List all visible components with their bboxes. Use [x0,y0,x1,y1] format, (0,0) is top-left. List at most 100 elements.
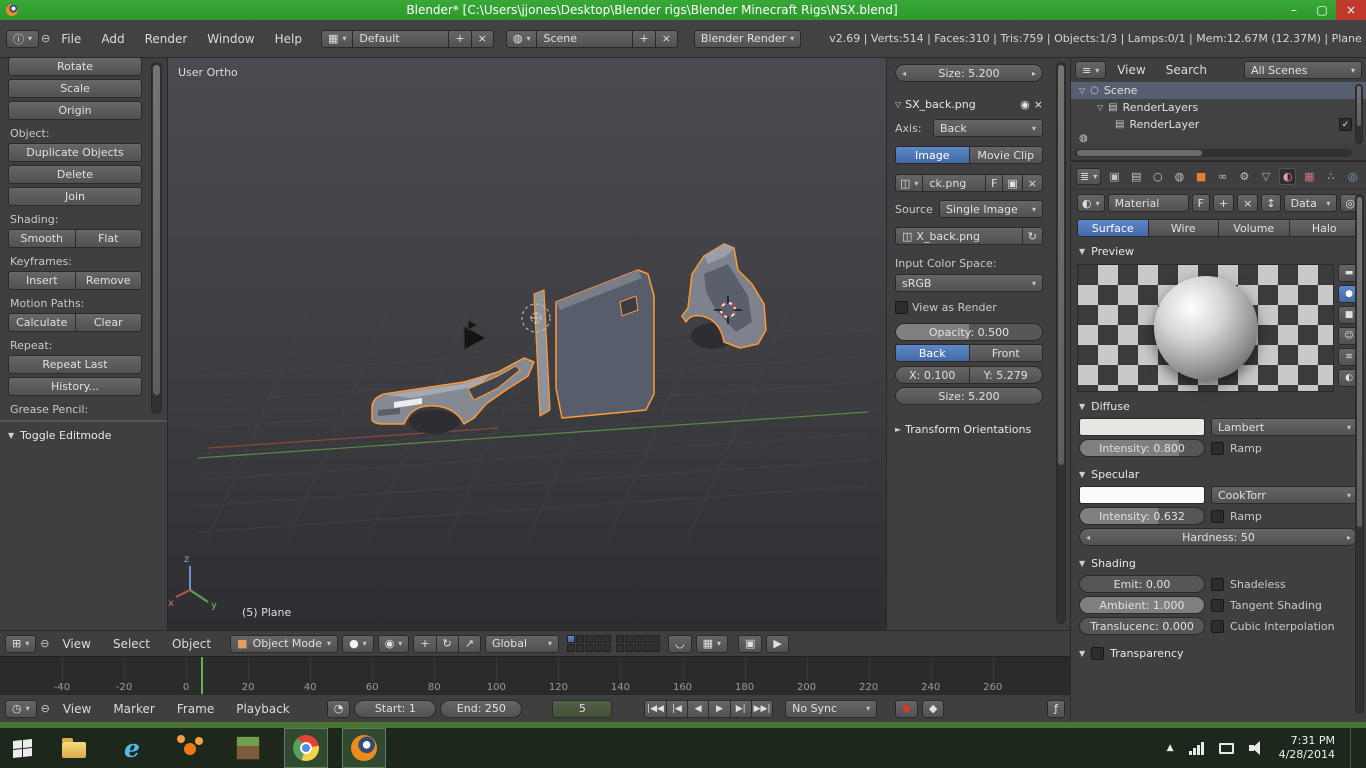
toolshelf-scrollbar[interactable] [151,62,162,414]
diffuse-ramp-checkbox[interactable] [1211,442,1224,455]
taskbar-chrome[interactable] [284,728,328,768]
view3d-menu-select[interactable]: Select [104,637,159,651]
unlink-material-button[interactable]: × [1237,194,1258,212]
shading-panel-header[interactable]: ▼ Shading [1071,549,1366,572]
layer-toggle[interactable] [643,635,651,643]
slider-right-arrow-icon[interactable]: ▸ [1032,69,1036,78]
driver-icon-button[interactable]: ƒ [1047,700,1065,718]
pack-image-button[interactable]: ▣ [1003,174,1022,192]
remove-keyframe-button[interactable]: Remove [76,271,143,290]
layer-toggle[interactable] [616,635,624,643]
collapse-menus-icon[interactable]: ⊖ [41,32,50,45]
menu-help[interactable]: Help [266,32,311,46]
scene-browse-button[interactable]: ◍ ▾ [506,30,538,48]
offset-y-field[interactable]: Y: 5.279 [970,366,1044,384]
editor-type-button-view3d[interactable]: ⊞ ▾ [5,635,36,653]
specular-panel-header[interactable]: ▼ Specular [1071,460,1366,483]
layer-toggle[interactable] [616,644,624,652]
disclosure-icon[interactable]: ▽ [1097,103,1103,112]
outliner-menu-view[interactable]: View [1108,63,1154,77]
nodes-toggle-icon[interactable]: ↕ [1261,194,1280,212]
snap-toggle-button[interactable]: ◡ [668,635,692,653]
outliner-row-renderlayer[interactable]: ▤ RenderLayer ✓ [1071,116,1366,133]
editor-type-button-properties[interactable]: ≣ ▾ [1076,168,1101,185]
image-source-movieclip-tab[interactable]: Movie Clip [970,146,1044,164]
renderlayer-use-checkbox[interactable]: ✓ [1339,118,1352,131]
editor-type-button-info[interactable]: ⓘ ▾ [6,30,39,48]
translucency-slider[interactable]: Translucenc: 0.000 [1079,617,1205,635]
delete-button[interactable]: Delete [8,165,142,184]
material-type-volume[interactable]: Volume [1219,219,1290,237]
viewport-3d[interactable]: z y x User Ortho (5) Plane [168,58,886,630]
current-frame-field[interactable]: 5 [552,700,612,718]
camera-object[interactable] [464,320,486,350]
preview-panel-header[interactable]: ▼ Preview [1071,241,1366,262]
layer-toggle[interactable] [625,644,633,652]
material-type-halo[interactable]: Halo [1290,219,1361,237]
specular-color-swatch[interactable] [1079,486,1205,504]
outliner-menu-search[interactable]: Search [1157,63,1216,77]
unlink-image-button[interactable]: × [1023,174,1043,192]
auto-keyframe-record-button[interactable]: ● [895,700,918,718]
diffuse-panel-header[interactable]: ▼ Diffuse [1071,394,1366,415]
material-browse-button[interactable]: ◐ ▾ [1077,194,1105,212]
emit-slider[interactable]: Emit: 0.00 [1079,575,1205,593]
opacity-slider[interactable]: Opacity: 0.500 [895,323,1043,341]
collapse-menus-icon[interactable]: ⊖ [40,637,49,650]
rotate-button[interactable]: Rotate [8,57,142,76]
layer-toggle[interactable] [603,644,611,652]
collapse-menus-icon[interactable]: ⊖ [41,702,50,715]
volume-icon[interactable] [1249,741,1264,755]
tab-physics[interactable]: ◎ [1344,168,1361,185]
disclosure-icon[interactable]: ▽ [1079,86,1085,95]
image-browse-button[interactable]: ◫ ▾ [895,174,923,192]
display-icon[interactable] [1219,743,1234,754]
material-type-surface[interactable]: Surface [1077,219,1149,237]
timeline-menu-playback[interactable]: Playback [227,702,299,716]
timeline-ruler[interactable]: -40-200204060801001201401601802002202402… [0,656,1070,694]
view3d-menu-view[interactable]: View [53,637,99,651]
image-source-image-tab[interactable]: Image [895,146,970,164]
editor-type-button-timeline[interactable]: ◷ ▾ [5,700,37,718]
playhead[interactable] [201,657,203,694]
snap-element-select[interactable]: ▦ ▾ [696,635,728,653]
layer-toggle[interactable] [594,644,602,652]
taskbar-file-explorer[interactable] [52,728,96,768]
repeat-last-button[interactable]: Repeat Last [8,355,142,374]
start-button[interactable] [0,728,44,768]
layer-toggle[interactable] [603,635,611,643]
stick-front-button[interactable]: Front [970,344,1044,362]
cubic-interpolation-checkbox[interactable] [1211,620,1224,633]
layer-toggle[interactable] [567,635,575,643]
layer-toggle[interactable] [576,635,584,643]
layer-toggle[interactable] [585,644,593,652]
slider-left-arrow-icon[interactable]: ◂ [1086,533,1090,542]
view-as-render-checkbox[interactable] [895,301,908,314]
layers-widget[interactable] [567,635,660,652]
material-type-wire[interactable]: Wire [1149,219,1220,237]
transparency-panel-header[interactable]: ▼ Transparency [1071,638,1366,662]
play-reverse-button[interactable]: ◀ [688,700,709,718]
material-fake-user-button[interactable]: F [1192,194,1210,212]
redo-panel-header[interactable]: ▼ Toggle Editmode [0,420,167,449]
timeline-menu-marker[interactable]: Marker [104,702,163,716]
layer-toggle[interactable] [643,644,651,652]
maximize-button[interactable]: ▢ [1308,0,1336,20]
tab-render[interactable]: ▣ [1106,168,1123,185]
mode-select[interactable]: ■ Object Mode ▾ [230,635,338,653]
layer-toggle[interactable] [576,644,584,652]
specular-hardness-slider[interactable]: ◂ Hardness: 50 ▸ [1079,528,1358,546]
transform-orientations-panel-header[interactable]: ► Transform Orientations [895,423,1043,436]
network-icon[interactable] [1189,742,1204,755]
properties-scrollbar[interactable] [1355,194,1364,714]
scene-name-field[interactable]: Scene [537,30,633,48]
bg-size-slider[interactable]: ◂ Size: 5.200 ▸ [895,64,1043,82]
insert-keyframe-button[interactable]: Insert [8,271,76,290]
specular-ramp-checkbox[interactable] [1211,510,1224,523]
tab-world[interactable]: ◍ [1171,168,1188,185]
new-material-button[interactable]: + [1213,194,1234,212]
image-source-select[interactable]: Single Image ▾ [939,200,1043,218]
menu-render[interactable]: Render [136,32,197,46]
outliner-hscrollbar[interactable] [1075,149,1352,157]
image-name-field[interactable]: ck.png [923,174,986,192]
